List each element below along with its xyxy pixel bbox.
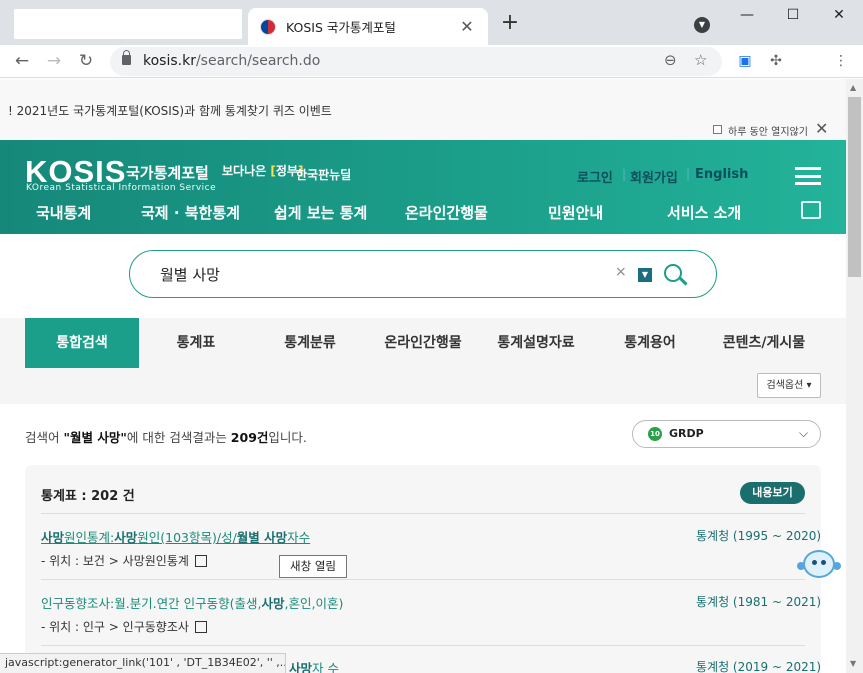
browser-menu-icon[interactable]: ⋮ bbox=[831, 51, 851, 71]
kosis-favicon-icon bbox=[260, 18, 276, 35]
better-government-badge: 보다나은 [정부] bbox=[222, 164, 304, 178]
signup-link[interactable]: 회원가입 bbox=[630, 167, 678, 186]
clear-search-icon[interactable]: × bbox=[615, 264, 627, 280]
result-location: - 위치 : 보건 > 사망원인통계 bbox=[41, 552, 207, 569]
chevron-down-icon: ⌵ bbox=[799, 426, 809, 440]
english-link[interactable]: English bbox=[695, 167, 748, 182]
tab-title: KOSIS 국가통계포털 bbox=[286, 20, 396, 35]
back-arrow-icon[interactable]: ← bbox=[10, 49, 34, 73]
search-category-tabs: 통합검색 통계표 통계분류 온라인간행물 통계설명자료 통계용어 콘텐츠/게시물… bbox=[0, 318, 846, 404]
browser-tab-kosis[interactable]: KOSIS 국가통계포털 ✕ bbox=[248, 8, 488, 45]
result-title-link[interactable]: 사망자 수 bbox=[289, 658, 339, 673]
dont-show-today-label[interactable]: 하루 동안 열지않기 bbox=[728, 123, 808, 138]
extensions-puzzle-icon[interactable]: ✣ bbox=[766, 51, 786, 71]
address-bar[interactable]: kosis.kr/search/search.do ⊖ ☆ bbox=[110, 47, 722, 76]
new-window-tooltip: 새창 열림 bbox=[279, 555, 347, 578]
divider bbox=[41, 645, 805, 646]
tab-contents-board[interactable]: 콘텐츠/게시물 bbox=[707, 318, 821, 368]
scroll-up-arrow-icon[interactable]: ▲ bbox=[850, 83, 856, 92]
grdp-number-icon: 10 bbox=[648, 427, 662, 441]
korean-new-deal-badge: 한국판뉴딜 bbox=[296, 168, 352, 182]
url-text[interactable]: kosis.kr/search/search.do bbox=[143, 53, 320, 69]
scroll-down-arrow-icon[interactable]: ▼ bbox=[850, 659, 856, 668]
lock-icon bbox=[122, 50, 131, 65]
browser-titlebar: KOSIS 국가통계포털 ✕ + ▼ — ☐ ✕ bbox=[0, 0, 863, 45]
util-separator: | bbox=[622, 167, 627, 181]
gnb-easy-stats[interactable]: 쉽게 보는 통계 bbox=[274, 202, 367, 223]
window-close-button[interactable]: ✕ bbox=[816, 4, 862, 26]
search-input[interactable] bbox=[160, 263, 600, 285]
tab-stat-terms[interactable]: 통계용어 bbox=[593, 318, 707, 368]
search-dropdown-icon[interactable]: ▼ bbox=[638, 268, 652, 282]
gnb-service-intro[interactable]: 서비스 소개 bbox=[667, 202, 741, 223]
result-title-link[interactable]: 인구동향조사:월.분기.연간 인구동향(출생,사망,혼인,이혼) bbox=[41, 593, 343, 612]
browser-status-bar: javascript:generator_link('101' , 'DT_1B… bbox=[0, 653, 286, 673]
search-icon[interactable] bbox=[662, 262, 688, 288]
result-title-link[interactable]: 사망원인통계:사망원인(103항목)/성/월별 사망자수 bbox=[41, 527, 310, 546]
user-search-icon[interactable] bbox=[801, 201, 821, 219]
browser-toolbar: ← → ↻ kosis.kr/search/search.do ⊖ ☆ bbox=[0, 45, 863, 78]
new-window-icon[interactable] bbox=[194, 621, 207, 633]
result-source: 통계청 (1995 ~ 2020) bbox=[696, 529, 822, 543]
mascot-chatbot-icon[interactable] bbox=[797, 546, 841, 586]
search-box: × ▼ bbox=[129, 250, 717, 298]
stat-table-results: 통계표 : 202 건 내용보기 사망원인통계:사망원인(103항목)/성/월별… bbox=[25, 465, 821, 673]
gnb-domestic-stats[interactable]: 국내통계 bbox=[36, 202, 91, 223]
login-link[interactable]: 로그인 bbox=[577, 167, 613, 186]
profile-menu-icon[interactable]: ▼ bbox=[694, 17, 710, 33]
maximize-button[interactable]: ☐ bbox=[770, 4, 816, 26]
close-tab-icon[interactable]: ✕ bbox=[458, 17, 476, 36]
results-count-heading: 통계표 : 202 건 bbox=[41, 489, 135, 504]
hamburger-menu-icon[interactable] bbox=[795, 167, 821, 185]
extension-translate-icon[interactable]: ▣ bbox=[735, 51, 755, 71]
result-source: 통계청 (1981 ~ 2021) bbox=[696, 595, 822, 609]
divider bbox=[41, 579, 805, 580]
dont-show-today-checkbox[interactable] bbox=[713, 125, 722, 134]
result-source: 통계청 (2019 ~ 2021) bbox=[696, 660, 822, 673]
view-contents-button[interactable]: 내용보기 bbox=[740, 482, 805, 504]
search-options-button[interactable]: 검색옵션 ▾ bbox=[757, 373, 821, 398]
kosis-logo-korean[interactable]: 국가통계포털 bbox=[126, 162, 209, 183]
new-window-icon[interactable] bbox=[194, 555, 207, 567]
minimize-button[interactable]: — bbox=[724, 4, 770, 26]
result-location: - 위치 : 인구 > 인구동향조사 bbox=[41, 618, 207, 635]
reload-icon[interactable]: ↻ bbox=[74, 49, 98, 73]
gnb-online-publications[interactable]: 온라인간행물 bbox=[405, 202, 488, 223]
grdp-label: GRDP bbox=[669, 427, 704, 440]
new-tab-button[interactable]: + bbox=[497, 11, 523, 37]
divider bbox=[41, 513, 805, 514]
page-scrollbar[interactable]: ▲ ▼ bbox=[846, 79, 863, 673]
search-summary: 검색어 "월별 사망"에 대한 검색결과는 209건입니다. bbox=[25, 430, 307, 445]
event-notice-bar: ! 2021년도 국가통계포털(KOSIS)과 함께 통계찾기 퀴즈 이벤트 하… bbox=[0, 79, 846, 140]
page-content: ! 2021년도 국가통계포털(KOSIS)과 함께 통계찾기 퀴즈 이벤트 하… bbox=[0, 79, 846, 673]
tab-stat-tables[interactable]: 통계표 bbox=[139, 318, 253, 368]
gnb-civil-service[interactable]: 민원안내 bbox=[548, 202, 603, 223]
browser-tab-blank[interactable] bbox=[14, 9, 242, 39]
kosis-logo-english: KOrean Statistical Information Service bbox=[26, 183, 217, 193]
util-separator: | bbox=[686, 167, 691, 181]
site-header: KOSIS 국가통계포털 KOrean Statistical Informat… bbox=[0, 140, 846, 234]
notice-close-icon[interactable]: ✕ bbox=[815, 119, 828, 138]
tab-stat-descriptions[interactable]: 통계설명자료 bbox=[479, 318, 593, 368]
forward-arrow-icon[interactable]: → bbox=[42, 49, 66, 73]
tab-online-publications[interactable]: 온라인간행물 bbox=[367, 318, 479, 368]
tab-stat-classification[interactable]: 통계분류 bbox=[253, 318, 367, 368]
gnb-international-stats[interactable]: 국제 · 북한통계 bbox=[141, 202, 240, 223]
zoom-icon[interactable]: ⊖ bbox=[664, 51, 677, 69]
bookmark-star-icon[interactable]: ☆ bbox=[694, 51, 707, 69]
tab-integrated-search[interactable]: 통합검색 bbox=[25, 318, 139, 368]
notice-text[interactable]: ! 2021년도 국가통계포털(KOSIS)과 함께 통계찾기 퀴즈 이벤트 bbox=[8, 102, 332, 119]
scroll-thumb[interactable] bbox=[848, 97, 861, 277]
grdp-select[interactable]: 10 GRDP ⌵ bbox=[632, 420, 821, 448]
